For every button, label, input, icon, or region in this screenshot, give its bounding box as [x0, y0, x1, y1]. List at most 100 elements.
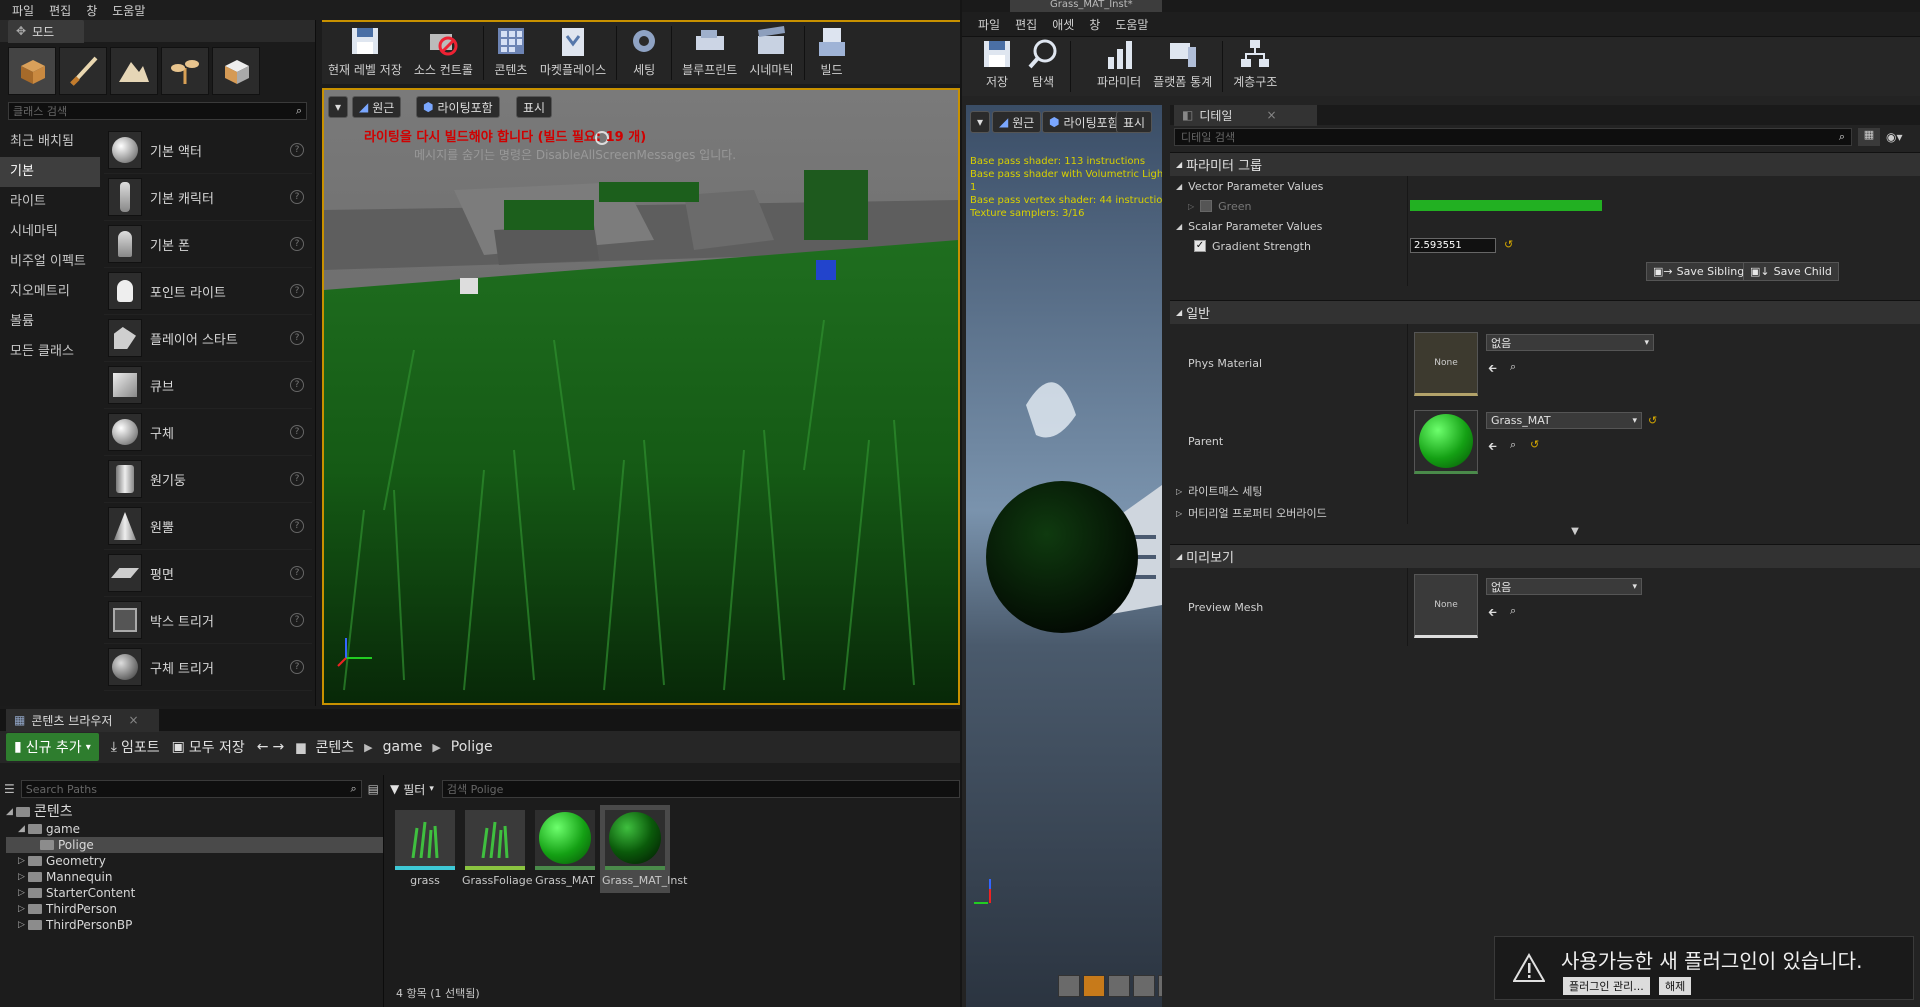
content-button[interactable]: 콘텐츠 [488, 22, 534, 84]
content-browser-tab[interactable]: ▦ 콘텐츠 브라우저 × [6, 708, 159, 732]
override-checkbox[interactable] [1200, 200, 1213, 212]
menu-edit[interactable]: 편집 [1011, 16, 1048, 33]
browse-magnifier-icon[interactable]: ⌕ [1510, 604, 1516, 618]
category-volumes[interactable]: 볼륨 [0, 307, 100, 337]
breadcrumb-game[interactable]: game [383, 739, 423, 755]
cylinder-preview-icon[interactable] [1058, 975, 1080, 997]
close-icon[interactable]: × [1266, 108, 1276, 122]
lighting-mode-button[interactable]: ⬢ 라이팅포함 [416, 96, 500, 118]
menu-window[interactable]: 창 [82, 2, 108, 19]
override-checkbox-checked[interactable]: ✓ [1194, 240, 1206, 252]
menu-file[interactable]: 파일 [8, 2, 45, 19]
save-all-button[interactable]: ▣ 모두 저장 [172, 737, 245, 757]
scalar-params-header[interactable]: ◢ Scalar Parameter Values [1170, 216, 1920, 236]
asset-grass-mat-inst[interactable]: Grass_MAT_Inst [600, 805, 687, 893]
viewport-options-button[interactable]: ▾ [328, 96, 349, 118]
reset-to-default-icon[interactable]: ↺ [1504, 238, 1513, 251]
help-icon[interactable]: ? [290, 284, 304, 298]
place-item-cone[interactable]: 원뿔 ? [104, 503, 312, 550]
preview-show-button[interactable]: 표시 [1116, 111, 1153, 133]
category-recent[interactable]: 최근 배치됨 [0, 127, 100, 157]
place-item-cylinder[interactable]: 원기둥 ? [104, 456, 312, 503]
place-item-plane[interactable]: 평면 ? [104, 550, 312, 597]
tree-item-mannequin[interactable]: ▷ Mannequin [6, 869, 383, 885]
menu-asset[interactable]: 애셋 [1048, 16, 1085, 33]
menu-file[interactable]: 파일 [974, 16, 1011, 33]
show-button[interactable]: 표시 [516, 96, 553, 118]
history-back-button[interactable]: ← [257, 739, 269, 755]
dismiss-button[interactable]: 해제 [1659, 977, 1692, 995]
tree-item-polige[interactable]: Polige [6, 837, 383, 853]
parent-combo[interactable]: Grass_MAT ▾ [1486, 412, 1642, 429]
tree-item-third-person[interactable]: ▷ ThirdPerson [6, 901, 383, 917]
window-title-tab[interactable]: Grass_MAT_Inst* [1010, 0, 1162, 12]
save-level-button[interactable]: 현재 레벨 저장 [322, 22, 408, 84]
category-all-classes[interactable]: 모든 클래스 [0, 337, 100, 367]
help-icon[interactable]: ? [290, 660, 304, 674]
browse-button[interactable]: 탐색 [1020, 37, 1066, 96]
custom-mesh-preview-icon[interactable] [1158, 975, 1162, 997]
sphere-preview-icon[interactable] [1083, 975, 1105, 997]
tree-item-starter-content[interactable]: ▷ StarterContent [6, 885, 383, 901]
gradient-strength-input[interactable]: 2.593551 [1410, 238, 1496, 253]
use-selected-arrow-icon[interactable]: 🡰 [1488, 438, 1497, 457]
parent-material-thumbnail[interactable] [1414, 410, 1478, 474]
menu-help[interactable]: 도움말 [1111, 16, 1159, 33]
phys-material-combo[interactable]: 없음 ▾ [1486, 334, 1654, 351]
category-cinematic[interactable]: 시네마틱 [0, 217, 100, 247]
help-icon[interactable]: ? [290, 190, 304, 204]
place-item-basic-actor[interactable]: 기본 액터 ? [104, 127, 312, 174]
place-item-box-trigger[interactable]: 박스 트리거 ? [104, 597, 312, 644]
place-item-basic-character[interactable]: 기본 캐릭터 ? [104, 174, 312, 221]
section-general[interactable]: ◢ 일반 [1170, 300, 1920, 324]
hierarchy-button[interactable]: 계층구조 [1227, 37, 1283, 96]
help-icon[interactable]: ? [290, 566, 304, 580]
import-button[interactable]: ⤓ 임포트 [111, 737, 160, 757]
source-control-button[interactable]: 소스 컨트롤 [408, 22, 479, 84]
browse-magnifier-icon[interactable]: ⌕ [1510, 438, 1516, 452]
details-search-input[interactable]: 디테일 검색 ⌕ [1174, 128, 1852, 146]
use-selected-arrow-icon[interactable]: 🡰 [1488, 360, 1497, 379]
filter-button[interactable]: ▼ 필터 ▾ [390, 781, 434, 798]
foliage-mode-icon[interactable] [161, 47, 209, 95]
place-item-basic-pawn[interactable]: 기본 폰 ? [104, 221, 312, 268]
add-new-button[interactable]: ▮ 신규 추가 ▾ [6, 733, 99, 761]
platform-stats-button[interactable]: 플랫폼 통계 [1147, 37, 1218, 96]
section-preview[interactable]: ◢ 미리보기 [1170, 544, 1920, 568]
save-sibling-button[interactable]: ▣→ Save Sibling [1646, 262, 1752, 281]
lightmass-settings-row[interactable]: ▷ 라이트매스 세팅 [1170, 480, 1920, 502]
advanced-expand-row[interactable]: ▼ [1170, 524, 1920, 538]
category-visual-effects[interactable]: 비주얼 이펙트 [0, 247, 100, 277]
cinematics-button[interactable]: 시네마틱 [743, 22, 799, 84]
marketplace-button[interactable]: 마켓플레이스 [534, 22, 612, 84]
breadcrumb-content[interactable]: 콘텐츠 [316, 737, 355, 757]
property-matrix-icon[interactable]: ▦ [1858, 128, 1880, 146]
cube-preview-icon[interactable] [1133, 975, 1155, 997]
search-paths-input[interactable]: Search Paths ⌕ [20, 780, 362, 798]
category-basic[interactable]: 기본 [0, 157, 100, 187]
category-geometry[interactable]: 지오메트리 [0, 277, 100, 307]
preview-perspective-button[interactable]: ◢ 원근 [992, 111, 1042, 133]
level-viewport[interactable]: ▾ ◢ 원근 ⬢ 라이팅포함 표시 라이팅을 다시 빌드해야 합니다 (빌드 필… [322, 88, 960, 705]
tree-item-content[interactable]: ◢ 콘텐츠 [6, 803, 383, 821]
help-icon[interactable]: ? [290, 331, 304, 345]
view-options-icon[interactable]: ▤ [368, 782, 379, 796]
settings-button[interactable]: 세팅 [621, 22, 667, 84]
menu-window[interactable]: 창 [1085, 16, 1111, 33]
preview-mesh-thumbnail[interactable]: None [1414, 574, 1478, 638]
landscape-mode-icon[interactable] [110, 47, 158, 95]
vector-params-header[interactable]: ◢ Vector Parameter Values [1170, 176, 1920, 196]
help-icon[interactable]: ? [290, 472, 304, 486]
menu-edit[interactable]: 편집 [45, 2, 82, 19]
reset-to-default-icon[interactable]: ↺ [1648, 414, 1657, 427]
material-override-row[interactable]: ▷ 머티리얼 프로퍼티 오버라이드 [1170, 502, 1920, 524]
menu-help[interactable]: 도움말 [108, 2, 156, 19]
tree-item-geometry[interactable]: ▷ Geometry [6, 853, 383, 869]
place-item-point-light[interactable]: 포인트 라이트 ? [104, 268, 312, 315]
use-selected-arrow-icon[interactable]: 🡰 [1488, 604, 1497, 623]
paint-mode-icon[interactable] [59, 47, 107, 95]
preview-lighting-button[interactable]: ⬢ 라이팅포함 [1042, 111, 1126, 133]
preview-options-button[interactable]: ▾ [970, 111, 991, 133]
reset-to-default-icon[interactable]: ↺ [1530, 438, 1539, 451]
place-item-sphere-trigger[interactable]: 구체 트리거 ? [104, 644, 312, 691]
